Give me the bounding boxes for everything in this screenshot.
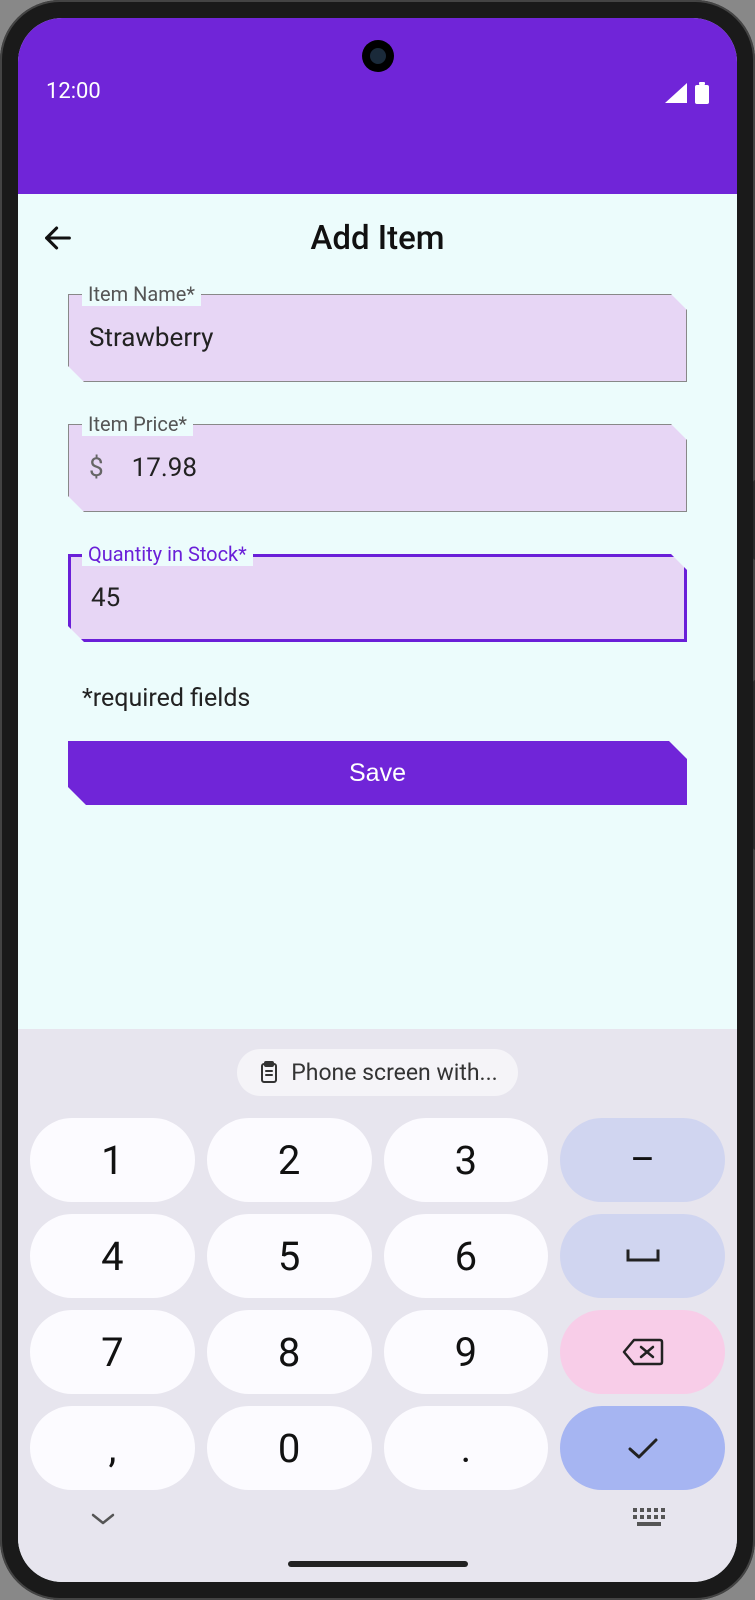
nav-row: Add Item (18, 194, 737, 264)
page-title: Add Item (310, 219, 444, 258)
item-name-input[interactable]: Strawberry (68, 294, 687, 382)
keyboard-grid: 1 2 3 – 4 5 6 7 8 9 , 0 . (30, 1118, 725, 1490)
keyboard-bottom-row (30, 1490, 725, 1538)
keyboard-suggestion-row: Phone screen with... (30, 1049, 725, 1096)
key-2[interactable]: 2 (207, 1118, 372, 1202)
status-icons (665, 82, 709, 104)
numeric-keyboard: Phone screen with... 1 2 3 – 4 5 6 7 8 9 (18, 1029, 737, 1546)
key-5[interactable]: 5 (207, 1214, 372, 1298)
key-comma[interactable]: , (30, 1406, 195, 1490)
item-name-label: Item Name* (82, 282, 201, 306)
key-6[interactable]: 6 (384, 1214, 549, 1298)
item-name-field-wrapper: Item Name* Strawberry (68, 294, 687, 382)
status-time: 12:00 (46, 79, 101, 104)
key-0[interactable]: 0 (207, 1406, 372, 1490)
suggestion-text: Phone screen with... (291, 1059, 497, 1086)
item-name-value: Strawberry (89, 323, 213, 353)
keyboard-icon (633, 1508, 665, 1530)
phone-frame: 12:00 Add Item Item Name* Strawberry (0, 0, 755, 1600)
key-8[interactable]: 8 (207, 1310, 372, 1394)
key-4[interactable]: 4 (30, 1214, 195, 1298)
save-button-label: Save (349, 759, 406, 788)
key-1[interactable]: 1 (30, 1118, 195, 1202)
signal-icon (665, 83, 687, 103)
suggestion-chip[interactable]: Phone screen with... (237, 1049, 517, 1096)
keyboard-switch-button[interactable] (633, 1508, 665, 1534)
key-7[interactable]: 7 (30, 1310, 195, 1394)
chevron-down-icon (90, 1511, 116, 1527)
camera-notch (362, 40, 394, 72)
currency-prefix: $ (89, 453, 104, 483)
required-fields-note: *required fields (82, 684, 687, 713)
back-button[interactable] (36, 216, 80, 260)
key-backspace[interactable] (560, 1310, 725, 1394)
check-icon (625, 1435, 661, 1461)
save-button[interactable]: Save (68, 741, 687, 805)
key-9[interactable]: 9 (384, 1310, 549, 1394)
space-icon (625, 1248, 661, 1264)
quantity-label: Quantity in Stock* (82, 542, 253, 566)
key-enter[interactable] (560, 1406, 725, 1490)
back-arrow-icon (41, 221, 75, 255)
key-space[interactable] (560, 1214, 725, 1298)
clipboard-icon (257, 1060, 281, 1086)
quantity-value: 45 (91, 583, 120, 613)
key-dot[interactable]: . (384, 1406, 549, 1490)
item-price-input[interactable]: $ 17.98 (68, 424, 687, 512)
item-price-value: 17.98 (132, 453, 197, 483)
battery-icon (695, 82, 709, 104)
backspace-icon (622, 1337, 664, 1367)
app-bar (18, 114, 737, 194)
key-3[interactable]: 3 (384, 1118, 549, 1202)
content-area: Add Item Item Name* Strawberry Item Pric… (18, 194, 737, 1029)
key-dash[interactable]: – (560, 1118, 725, 1202)
add-item-form: Item Name* Strawberry Item Price* $ 17.9… (18, 264, 737, 805)
nav-pill (288, 1561, 468, 1567)
screen: 12:00 Add Item Item Name* Strawberry (18, 18, 737, 1582)
quantity-field-wrapper: Quantity in Stock* 45 (68, 554, 687, 642)
keyboard-collapse-button[interactable] (90, 1511, 116, 1531)
item-price-field-wrapper: Item Price* $ 17.98 (68, 424, 687, 512)
gesture-nav-bar[interactable] (18, 1546, 737, 1582)
quantity-input[interactable]: 45 (68, 554, 687, 642)
item-price-label: Item Price* (82, 412, 193, 436)
